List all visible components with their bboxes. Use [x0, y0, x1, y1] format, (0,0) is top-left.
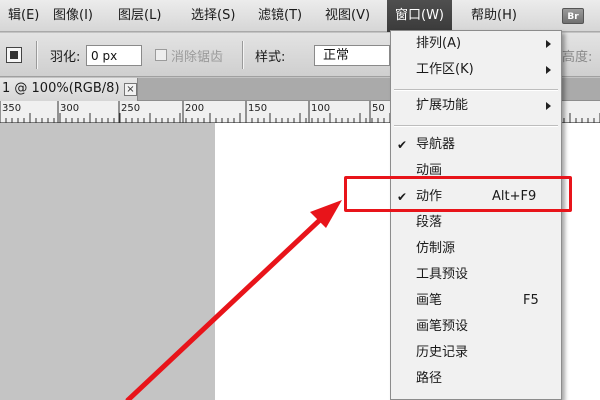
arrow-shaft [125, 215, 325, 400]
annotation-arrow [125, 200, 342, 400]
